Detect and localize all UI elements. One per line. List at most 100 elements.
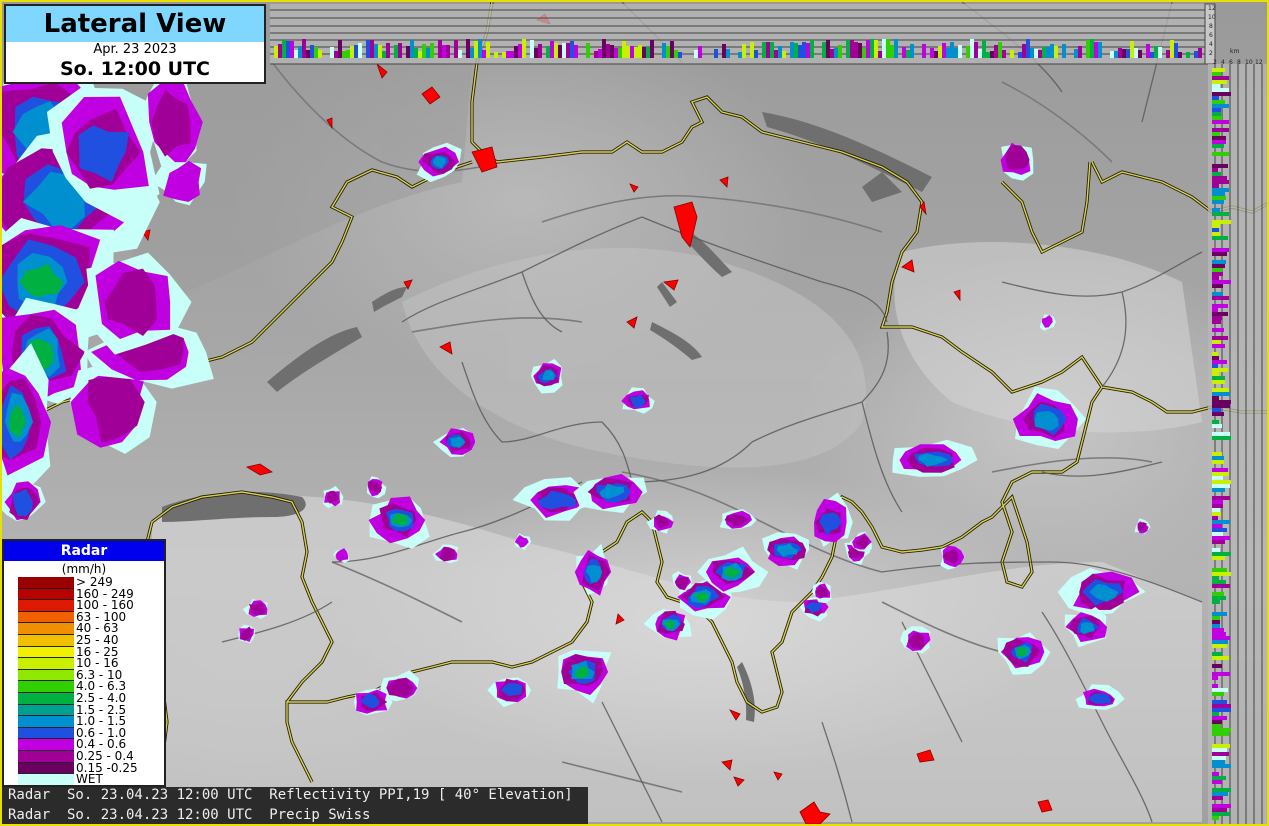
profile-cell bbox=[662, 43, 666, 58]
profile-cell bbox=[1212, 96, 1219, 100]
profile-cell bbox=[1034, 49, 1038, 58]
profile-cell bbox=[1212, 264, 1225, 268]
profile-cell bbox=[338, 40, 342, 58]
profile-cell bbox=[614, 48, 618, 58]
profile-cell bbox=[522, 39, 526, 58]
legend-swatch bbox=[18, 646, 74, 659]
precip-cell bbox=[432, 428, 476, 457]
legend-label: WET bbox=[76, 772, 103, 787]
profile-cell bbox=[974, 42, 978, 58]
profile-cell bbox=[946, 48, 950, 58]
profile-cell bbox=[698, 46, 702, 58]
profile-cell bbox=[1212, 452, 1222, 456]
profile-cell bbox=[1212, 128, 1229, 132]
profile-cell bbox=[1174, 43, 1178, 58]
profile-cell bbox=[1150, 52, 1154, 58]
profile-cell bbox=[1212, 496, 1230, 500]
profile-cell bbox=[1212, 764, 1231, 768]
profile-cell bbox=[1094, 42, 1098, 58]
legend-swatch bbox=[18, 623, 74, 635]
legend-swatch bbox=[18, 658, 74, 670]
profile-cell bbox=[766, 42, 770, 58]
profile-cell bbox=[1212, 108, 1221, 112]
precip-cell bbox=[646, 510, 674, 534]
profile-cell bbox=[1212, 620, 1220, 624]
profile-cell bbox=[638, 45, 642, 58]
profile-cell bbox=[838, 45, 842, 58]
top-tick-6: 6 bbox=[1209, 32, 1213, 39]
profile-cell bbox=[562, 43, 566, 58]
profile-cell bbox=[1212, 524, 1222, 528]
profile-cell bbox=[630, 46, 634, 58]
profile-cell bbox=[902, 47, 906, 58]
profile-cell bbox=[454, 40, 458, 58]
profile-cell bbox=[1212, 276, 1219, 280]
profile-cell bbox=[290, 41, 294, 58]
profile-cell bbox=[1212, 272, 1223, 276]
profile-cell bbox=[1212, 748, 1227, 752]
profile-cell bbox=[554, 43, 558, 58]
profile-cell bbox=[1114, 51, 1118, 58]
profile-cell bbox=[1212, 816, 1219, 820]
profile-cell bbox=[1062, 44, 1066, 58]
profile-cell bbox=[474, 41, 478, 58]
profile-cell bbox=[346, 50, 350, 58]
profile-cell bbox=[1212, 744, 1230, 748]
profile-cell bbox=[594, 51, 598, 58]
profile-cell bbox=[282, 40, 286, 58]
profile-cell bbox=[978, 49, 982, 58]
precip-cell bbox=[1134, 518, 1151, 535]
profile-cell bbox=[942, 43, 946, 58]
profile-cell bbox=[1212, 400, 1231, 404]
profile-cell bbox=[1212, 716, 1227, 720]
profile-cell bbox=[1212, 704, 1231, 708]
footer-line-precip: Radar So. 23.04.23 12:00 UTC Precip Swis… bbox=[8, 807, 371, 823]
profile-cell bbox=[414, 48, 418, 58]
profile-cell bbox=[1212, 508, 1220, 512]
profile-cell bbox=[806, 43, 810, 58]
profile-cell bbox=[930, 48, 934, 58]
profile-cell bbox=[546, 46, 550, 58]
profile-cell bbox=[1212, 184, 1219, 188]
profile-cell bbox=[514, 46, 518, 58]
profile-cell bbox=[1126, 49, 1130, 58]
profile-cell bbox=[1212, 412, 1224, 416]
profile-cell bbox=[1212, 600, 1220, 604]
profile-cell bbox=[1212, 356, 1219, 360]
profile-cell bbox=[1054, 46, 1058, 58]
profile-cell bbox=[1212, 404, 1230, 408]
profile-cell bbox=[1212, 372, 1219, 376]
profile-cell bbox=[906, 50, 910, 58]
profile-cell bbox=[846, 40, 850, 58]
radar-legend: Radar (mm/h) > 249 160 - 249 100 - 160 63 -… bbox=[2, 539, 166, 787]
profile-cell bbox=[1134, 48, 1138, 58]
profile-cell bbox=[634, 47, 638, 58]
profile-cell bbox=[1138, 50, 1142, 58]
right-tick-6: 6 bbox=[1229, 59, 1233, 66]
profile-cell bbox=[798, 45, 802, 58]
profile-cell bbox=[1212, 460, 1224, 464]
profile-cell bbox=[1212, 592, 1224, 596]
legend-swatch bbox=[18, 704, 74, 717]
profile-cell bbox=[598, 49, 602, 58]
legend-swatch bbox=[18, 588, 74, 601]
right-lateral-profile bbox=[1208, 64, 1267, 824]
profile-cell bbox=[938, 46, 942, 58]
profile-cell bbox=[606, 44, 610, 58]
profile-cell bbox=[802, 42, 806, 58]
profile-cell bbox=[958, 45, 962, 58]
top-tick-10: 10 bbox=[1208, 14, 1216, 21]
profile-cell bbox=[742, 44, 746, 58]
profile-cell bbox=[1212, 548, 1220, 552]
profile-cell bbox=[342, 51, 346, 58]
profile-cell bbox=[1212, 676, 1218, 680]
profile-cell bbox=[1212, 672, 1230, 676]
profile-cell bbox=[862, 48, 866, 58]
profile-cell bbox=[1212, 304, 1228, 308]
profile-cell bbox=[1212, 576, 1219, 580]
profile-cell bbox=[810, 40, 814, 58]
legend-swatch bbox=[18, 774, 74, 786]
profile-cell bbox=[1212, 420, 1219, 424]
profile-cell bbox=[1212, 248, 1229, 252]
profile-cell bbox=[458, 50, 462, 58]
